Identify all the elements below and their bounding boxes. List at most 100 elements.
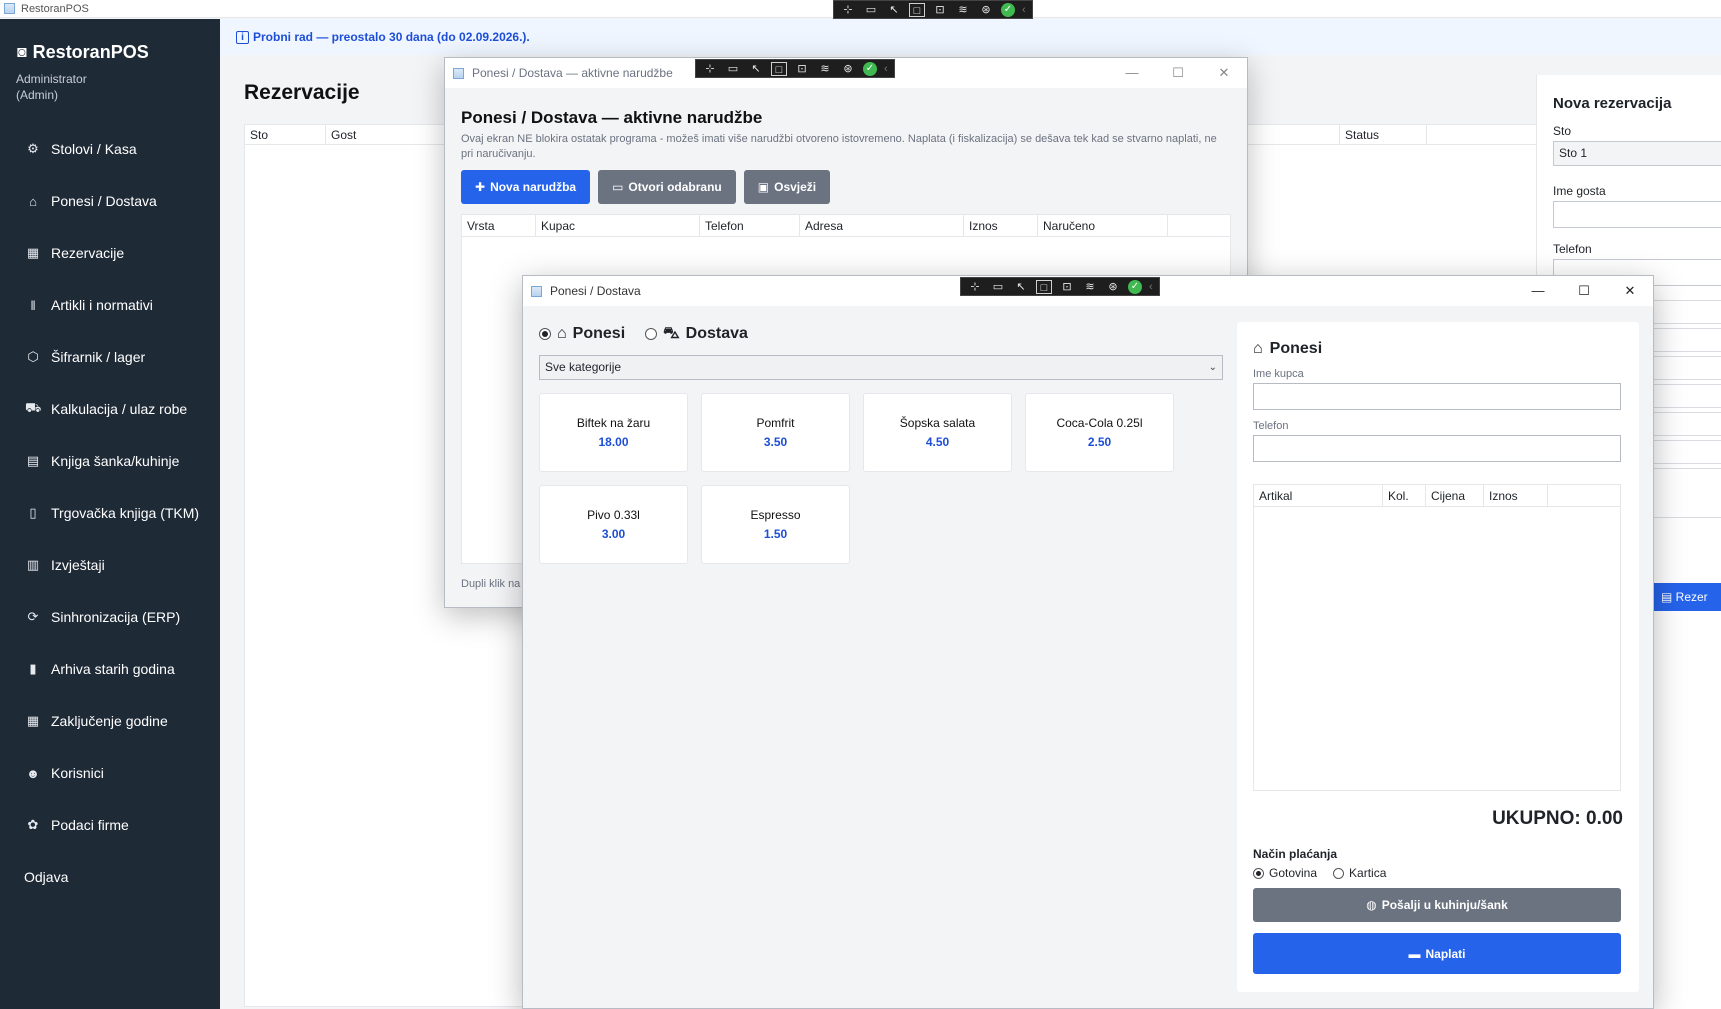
minimize-icon[interactable]: —: [1109, 58, 1155, 88]
send-to-kitchen-button[interactable]: ◍ Pošalji u kuhinju/šank: [1253, 888, 1621, 922]
product-tile[interactable]: Šopska salata 4.50: [863, 393, 1012, 472]
pay-card-radio[interactable]: Kartica: [1333, 866, 1386, 880]
settings-flower-icon: ✿: [27, 817, 39, 832]
select-element-icon[interactable]: ⊹: [702, 62, 718, 76]
track-focus-icon[interactable]: ⊡: [1059, 280, 1075, 294]
record-video-icon[interactable]: ▭: [863, 3, 879, 17]
sidebar-item-users[interactable]: ☻ Korisnici: [0, 747, 220, 799]
track-focus-icon[interactable]: ⊡: [932, 3, 948, 17]
reserve-icon: ▤: [1661, 590, 1676, 604]
column-header[interactable]: Status: [1340, 125, 1427, 144]
layout-adorner-icon[interactable]: □: [1036, 279, 1052, 294]
accessibility-icon[interactable]: ⊛: [978, 3, 994, 17]
category-select[interactable]: Sve kategorije ⌄: [539, 355, 1223, 380]
sidebar-item-archive[interactable]: ▮ Arhiva starih godina: [0, 643, 220, 695]
column-header[interactable]: Telefon: [700, 215, 800, 236]
phone-input[interactable]: [1253, 435, 1621, 462]
cart-title: ⌂ Ponesi: [1253, 340, 1323, 357]
orders-heading: Ponesi / Dostava — aktivne narudžbe: [461, 108, 763, 127]
cart-table[interactable]: Artikal Kol. Cijena Iznos: [1253, 484, 1621, 791]
select-element-icon[interactable]: ⊹: [967, 280, 983, 294]
collapse-toolbar-icon[interactable]: ‹: [1149, 281, 1153, 293]
column-header[interactable]: Sto: [245, 125, 326, 144]
window-controls: — ☐ ✕: [1109, 58, 1247, 88]
minimize-icon[interactable]: —: [1515, 276, 1561, 306]
layout-adorner-icon[interactable]: □: [771, 61, 787, 76]
product-tile[interactable]: Pomfrit 3.50: [701, 393, 850, 472]
column-header[interactable]: Adresa: [800, 215, 964, 236]
collapse-toolbar-icon[interactable]: ‹: [884, 63, 888, 75]
sidebar-item-reservations[interactable]: ▦ Rezervacije: [0, 227, 220, 279]
sidebar: ◙ RestoranPOS Administrator (Admin) ⚙ Sto…: [0, 19, 220, 1009]
user-role: (Admin): [16, 88, 59, 102]
status-ok-icon: ✓: [1128, 279, 1142, 294]
phone-label: Telefon: [1253, 420, 1289, 432]
sidebar-item-year-close[interactable]: ▦ Zaključenje godine: [0, 695, 220, 747]
logout-link[interactable]: Odjava: [0, 851, 220, 903]
layout-adorner-icon[interactable]: □: [909, 2, 925, 17]
hot-reload-icon[interactable]: ≋: [955, 3, 971, 17]
pay-button[interactable]: ▬ Naplati: [1253, 933, 1621, 974]
close-icon[interactable]: ✕: [1607, 276, 1653, 306]
track-focus-icon[interactable]: ⊡: [794, 62, 810, 76]
maximize-icon[interactable]: ☐: [1155, 58, 1201, 88]
guest-name-input[interactable]: [1553, 201, 1721, 228]
box-icon: ⬡: [27, 349, 39, 364]
column-header[interactable]: Kupac: [536, 215, 700, 236]
column-header[interactable]: Vrsta: [462, 215, 536, 236]
product-tile[interactable]: Pivo 0.33l 3.00: [539, 485, 688, 564]
scooter-icon: ⛍: [663, 325, 680, 342]
table-select[interactable]: Sto 1: [1553, 141, 1721, 166]
hot-reload-icon[interactable]: ≋: [817, 62, 833, 76]
user-name: Administrator: [16, 72, 87, 86]
open-selected-button[interactable]: ▭ Otvori odabranu: [598, 170, 736, 204]
product-tile[interactable]: Espresso 1.50: [701, 485, 850, 564]
column-header[interactable]: Naručeno: [1038, 215, 1168, 236]
payment-method-group: Gotovina Kartica: [1253, 866, 1386, 880]
sidebar-item-label: Kalkulacija / ulaz robe: [51, 401, 188, 417]
new-order-button[interactable]: ✚ Nova narudžba: [461, 170, 591, 204]
sidebar-item-sync[interactable]: ⟳ Sinhronizacija (ERP): [0, 591, 220, 643]
record-video-icon[interactable]: ▭: [725, 62, 741, 76]
sidebar-item-label: Ponesi / Dostava: [51, 193, 157, 209]
column-header[interactable]: Cijena: [1426, 485, 1484, 506]
sidebar-item-stock[interactable]: ⬡ Šifrarnik / lager: [0, 331, 220, 383]
sidebar-item-tkm[interactable]: ▯ Trgovačka knjiga (TKM): [0, 487, 220, 539]
mode-delivery-radio[interactable]: ⛍ Dostava: [645, 324, 748, 344]
order-window: Ponesi / Dostava — ☐ ✕ ⊹ ▭ ↖ □ ⊡ ≋ ⊛ ✓ ‹…: [522, 275, 1654, 1009]
panel-title: Nova rezervacija: [1553, 95, 1672, 112]
select-element-icon[interactable]: ⊹: [840, 3, 856, 17]
order-total: UKUPNO: 0.00: [1492, 808, 1623, 829]
hot-reload-icon[interactable]: ≋: [1082, 280, 1098, 294]
product-tile[interactable]: Coca-Cola 0.25l 2.50: [1025, 393, 1174, 472]
pointer-icon[interactable]: ↖: [748, 62, 764, 76]
refresh-button[interactable]: ▣ Osvježi: [743, 170, 831, 204]
column-header[interactable]: Iznos: [964, 215, 1038, 236]
reserve-button[interactable]: ▤ Rezer: [1647, 583, 1721, 611]
sidebar-item-company[interactable]: ✿ Podaci firme: [0, 799, 220, 851]
customer-name-input[interactable]: [1253, 383, 1621, 410]
product-tile[interactable]: Biftek na žaru 18.00: [539, 393, 688, 472]
calendar-icon: ▦: [26, 245, 40, 260]
pay-cash-radio[interactable]: Gotovina: [1253, 866, 1317, 880]
collapse-toolbar-icon[interactable]: ‹: [1022, 4, 1026, 16]
sidebar-item-tables[interactable]: ⚙ Stolovi / Kasa: [0, 123, 220, 175]
sidebar-item-reports[interactable]: ▥ Izvještaji: [0, 539, 220, 591]
close-icon[interactable]: ✕: [1201, 58, 1247, 88]
maximize-icon[interactable]: ☐: [1561, 276, 1607, 306]
mode-takeaway-radio[interactable]: ⌂ Ponesi: [539, 325, 625, 343]
column-header[interactable]: Kol.: [1383, 485, 1426, 506]
pointer-icon[interactable]: ↖: [886, 3, 902, 17]
sidebar-item-calculation[interactable]: ⛟ Kalkulacija / ulaz robe: [0, 383, 220, 435]
sidebar-item-articles[interactable]: ǁ Artikli i normativi: [0, 279, 220, 331]
column-header[interactable]: Artikal: [1254, 485, 1383, 506]
accessibility-icon[interactable]: ⊛: [840, 62, 856, 76]
book-icon: ▤: [26, 453, 40, 468]
column-header[interactable]: Iznos: [1484, 485, 1548, 506]
sidebar-item-label: Stolovi / Kasa: [51, 141, 137, 157]
pointer-icon[interactable]: ↖: [1013, 280, 1029, 294]
record-video-icon[interactable]: ▭: [990, 280, 1006, 294]
accessibility-icon[interactable]: ⊛: [1105, 280, 1121, 294]
sidebar-item-bar-book[interactable]: ▤ Knjiga šanka/kuhinje: [0, 435, 220, 487]
sidebar-item-takeaway[interactable]: ⌂ Ponesi / Dostava: [0, 175, 220, 227]
